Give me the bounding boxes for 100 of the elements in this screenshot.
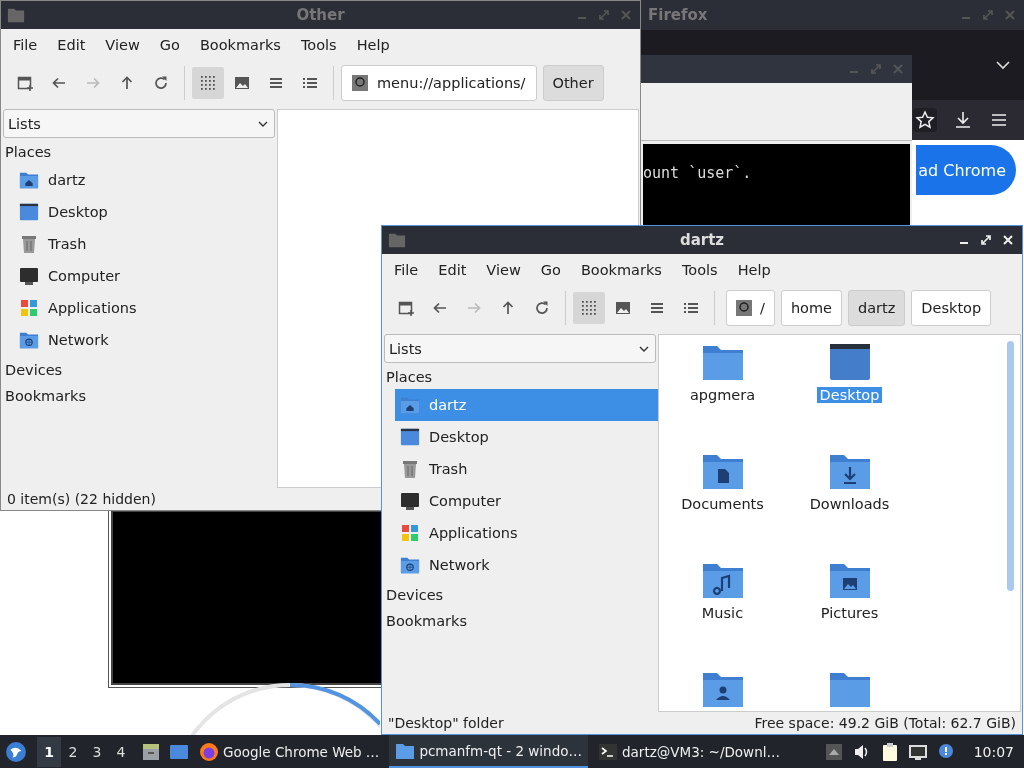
terminal-icon [598, 741, 618, 762]
section-header[interactable]: Bookmarks [382, 609, 658, 633]
drive-icon [736, 299, 752, 317]
place-item[interactable]: Desktop [14, 196, 277, 228]
path-button[interactable]: dartz [848, 290, 906, 326]
place-item[interactable]: Desktop [395, 421, 658, 453]
window-title: dartz [679, 231, 725, 249]
path-button[interactable]: home [780, 290, 842, 326]
place-item[interactable]: Network [14, 324, 277, 356]
folder-item[interactable]: Music [659, 559, 786, 668]
detailed-view-icon [302, 75, 318, 91]
place-item[interactable]: Network [395, 549, 658, 581]
place-item[interactable]: Computer [395, 485, 658, 517]
folder-icon [19, 170, 39, 190]
status-text: "Desktop" folder [388, 715, 504, 731]
menu-item[interactable]: Go [530, 261, 571, 278]
folder-item[interactable]: Pictures [786, 559, 913, 668]
fox-globe-icon [199, 741, 219, 762]
place-item[interactable]: dartz [14, 164, 277, 196]
menu-item[interactable]: File [3, 36, 48, 53]
task-button[interactable]: pcmanfm-qt - 2 windo… [389, 735, 588, 768]
workspace-button[interactable]: 3 [85, 736, 109, 767]
reload-icon [534, 300, 550, 316]
file-cabinet-icon[interactable] [141, 741, 161, 762]
folder-icon [400, 395, 420, 415]
trash-icon [19, 234, 39, 254]
icon-view-button[interactable] [573, 292, 605, 324]
new-window-icon [398, 300, 414, 316]
folder-item[interactable]: Documents [659, 450, 786, 559]
menu-item[interactable]: View [476, 261, 531, 278]
back-icon [51, 75, 67, 91]
place-item[interactable]: Trash [14, 228, 277, 260]
menu-item[interactable]: Edit [47, 36, 96, 53]
menu-item[interactable]: View [95, 36, 150, 53]
start-menu-icon[interactable] [5, 740, 27, 763]
menu-item[interactable]: Tools [290, 36, 347, 53]
workspace-button[interactable]: 1 [37, 736, 61, 767]
side-pane-dropdown[interactable]: Lists [384, 334, 656, 363]
applications-icon [19, 298, 39, 318]
window-title: Other [296, 6, 345, 24]
reload-icon [153, 75, 169, 91]
place-item[interactable]: Applications [14, 292, 277, 324]
workspace-button[interactable]: 4 [109, 736, 133, 767]
menu-item[interactable]: Help [727, 261, 781, 278]
task-button[interactable]: dartz@VM3: ~/Downl… [592, 735, 786, 768]
download-icon[interactable] [953, 110, 973, 130]
menu-item[interactable]: Tools [671, 261, 728, 278]
applications-icon [400, 523, 420, 543]
place-item[interactable]: Applications [395, 517, 658, 549]
download-button[interactable]: ad Chrome [916, 145, 1016, 195]
computer-icon [400, 491, 420, 511]
scrollbar-thumb[interactable] [1007, 341, 1014, 591]
section-header[interactable]: Devices [382, 583, 658, 607]
desktop-icon [827, 341, 872, 383]
menu-item[interactable]: Bookmarks [570, 261, 672, 278]
back-icon [432, 300, 448, 316]
forward-icon [85, 75, 101, 91]
task-button[interactable]: Google Chrome Web … [193, 735, 386, 768]
compact-view-icon [268, 75, 284, 91]
computer-icon [19, 266, 39, 286]
drive-icon [352, 74, 368, 92]
star-icon[interactable] [913, 108, 937, 132]
section-header[interactable]: Places [1, 140, 277, 164]
side-pane-dropdown[interactable]: Lists [3, 109, 275, 138]
section-header[interactable]: Places [382, 365, 658, 389]
menu-item[interactable]: Go [149, 36, 190, 53]
folder-icon [388, 231, 406, 249]
up-icon [500, 300, 516, 316]
address-field[interactable]: menu://applications/ [341, 65, 537, 101]
window-title: Firefox [648, 6, 708, 24]
icon-view-icon [200, 75, 216, 91]
folder-item[interactable]: Downloads [786, 450, 913, 559]
path-button[interactable]: Desktop [911, 290, 992, 326]
folder-icon [7, 6, 25, 24]
menu-item[interactable]: Bookmarks [189, 36, 291, 53]
terminal-text: ount `user`. [643, 164, 752, 182]
menu-item[interactable]: Edit [428, 261, 477, 278]
menu-item[interactable]: File [384, 261, 429, 278]
section-header[interactable]: Devices [1, 358, 277, 382]
folder-icon [19, 330, 39, 350]
icon-view-button[interactable] [192, 67, 224, 99]
section-header[interactable]: Bookmarks [1, 384, 277, 408]
place-item[interactable]: Trash [395, 453, 658, 485]
detailed-view-icon [683, 300, 699, 316]
menu-item[interactable]: Help [346, 36, 400, 53]
compact-view-icon [649, 300, 665, 316]
status-text: 0 item(s) (22 hidden) [7, 491, 156, 507]
clock[interactable]: 10:07 [973, 743, 1014, 760]
path-button[interactable]: Other [542, 65, 604, 101]
place-item[interactable]: Computer [14, 260, 277, 292]
up-icon [119, 75, 135, 91]
thumbnail-view-icon [615, 300, 631, 316]
new-window-icon [17, 75, 33, 91]
path-button[interactable]: / [726, 290, 775, 326]
free-space-text: Free space: 49.2 GiB (Total: 62.7 GiB) [754, 715, 1016, 731]
folder-icon [400, 555, 420, 575]
desktop-icon [19, 202, 39, 222]
folder-item[interactable]: apgmera [659, 341, 786, 450]
desktop-icon [400, 427, 420, 447]
workspace-button[interactable]: 2 [61, 736, 85, 767]
